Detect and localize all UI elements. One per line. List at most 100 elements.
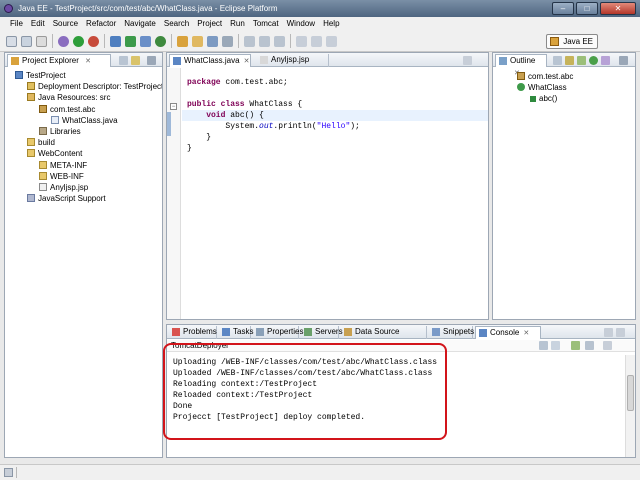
- outline-item[interactable]: WhatClass: [517, 82, 567, 93]
- new-server-icon[interactable]: [110, 35, 121, 47]
- tree-item[interactable]: Deployment Descriptor: TestProject: [27, 81, 162, 92]
- main-toolbar: Java EE: [0, 31, 640, 52]
- tab-whatclass-java[interactable]: WhatClass.java ✕: [169, 54, 251, 67]
- menu-help[interactable]: Help: [319, 17, 343, 31]
- tree-item[interactable]: com.test.abc: [39, 104, 95, 115]
- hide-static-icon[interactable]: [577, 56, 586, 65]
- minimize-button[interactable]: –: [552, 2, 574, 15]
- clear-console-icon[interactable]: [539, 341, 548, 350]
- tab-outline[interactable]: Outline ✕: [495, 54, 547, 77]
- tab-servers[interactable]: Servers: [301, 326, 343, 339]
- tree-item[interactable]: WEB-INF: [39, 171, 84, 182]
- bottom-tabstrip: Problems Tasks Properties Servers Data Sourc…: [167, 325, 635, 348]
- save-icon[interactable]: [21, 35, 32, 47]
- console-scroll-thumb[interactable]: [627, 375, 634, 411]
- tab-properties[interactable]: Properties: [253, 326, 303, 339]
- menu-file[interactable]: File: [6, 17, 27, 31]
- tab-tasks[interactable]: Tasks: [219, 326, 253, 339]
- collapse-all-icon[interactable]: [119, 56, 128, 65]
- perspective-button[interactable]: Java EE: [546, 34, 598, 49]
- tree-item[interactable]: TestProject: [15, 70, 66, 81]
- hide-local-types-icon[interactable]: [601, 56, 610, 65]
- debug-icon[interactable]: [58, 35, 69, 47]
- tab-console[interactable]: Console ✕: [475, 326, 541, 339]
- tab-label: WhatClass.java: [184, 56, 240, 65]
- menu-run[interactable]: Run: [226, 17, 249, 31]
- forward-icon[interactable]: [326, 35, 337, 47]
- run-icon[interactable]: [73, 35, 84, 47]
- close-icon[interactable]: ✕: [244, 58, 250, 65]
- last-edit-icon[interactable]: [296, 35, 307, 47]
- console-scrollbar[interactable]: [625, 355, 635, 457]
- new-icon[interactable]: [6, 35, 17, 47]
- close-icon[interactable]: ✕: [523, 330, 529, 337]
- back-icon[interactable]: [311, 35, 322, 47]
- fold-icon[interactable]: −: [170, 103, 177, 110]
- link-editor-icon[interactable]: [131, 56, 140, 65]
- maximize-view-icon[interactable]: [616, 328, 625, 337]
- code-token: out: [259, 122, 274, 131]
- maximize-editor-icon[interactable]: [463, 56, 472, 65]
- tab-problems[interactable]: Problems: [169, 326, 217, 339]
- tree-item[interactable]: build: [27, 137, 55, 148]
- menu-tomcat[interactable]: Tomcat: [249, 17, 283, 31]
- package-icon: [517, 72, 525, 80]
- outline-item[interactable]: com.test.abc: [517, 71, 573, 82]
- print-icon[interactable]: [36, 35, 47, 47]
- menu-navigate[interactable]: Navigate: [120, 17, 160, 31]
- tree-item[interactable]: WebContent: [27, 148, 82, 159]
- view-menu-icon[interactable]: [147, 56, 156, 65]
- tree-item[interactable]: WhatClass.java: [51, 115, 118, 126]
- search-icon[interactable]: [207, 35, 218, 47]
- pin-console-icon[interactable]: [571, 341, 580, 350]
- menu-window[interactable]: Window: [283, 17, 319, 31]
- scroll-lock-icon[interactable]: [551, 341, 560, 350]
- new-class-icon[interactable]: [155, 35, 166, 47]
- new-package-icon[interactable]: [140, 35, 151, 47]
- menu-edit[interactable]: Edit: [27, 17, 49, 31]
- fast-view-icon[interactable]: [4, 468, 13, 477]
- menu-source[interactable]: Source: [49, 17, 82, 31]
- tab-anyljsp-jsp[interactable]: Anyljsp.jsp: [257, 54, 329, 67]
- tree-item[interactable]: META-INF: [39, 160, 87, 171]
- maximize-button[interactable]: □: [576, 2, 598, 15]
- menu-refactor[interactable]: Refactor: [82, 17, 120, 31]
- tab-data-source-explorer[interactable]: Data Source Explorer: [341, 326, 427, 348]
- tree-item-label: com.test.abc: [50, 104, 96, 114]
- toggle-mark-icon[interactable]: [244, 35, 255, 47]
- tree-item[interactable]: Java Resources: src: [27, 92, 110, 103]
- open-folder-icon[interactable]: [192, 35, 203, 47]
- menu-bar: File Edit Source Refactor Navigate Search Proj…: [0, 17, 640, 31]
- editor-tabstrip: WhatClass.java ✕ Anyljsp.jsp: [167, 53, 488, 67]
- problems-icon: [172, 328, 180, 336]
- annotation-next-icon[interactable]: [259, 35, 270, 47]
- outline-item[interactable]: abc(): [529, 93, 557, 104]
- sort-icon[interactable]: [553, 56, 562, 65]
- hide-fields-icon[interactable]: [565, 56, 574, 65]
- tab-label: Console: [490, 328, 520, 337]
- annotation-prev-icon[interactable]: [274, 35, 285, 47]
- close-button[interactable]: ✕: [600, 2, 636, 15]
- window-title: Java EE - TestProject/src/com/test/abc/W…: [18, 4, 278, 13]
- hide-nonpublic-icon[interactable]: [589, 56, 598, 65]
- view-menu-icon[interactable]: [619, 56, 628, 65]
- close-icon[interactable]: ✕: [85, 58, 91, 65]
- tab-project-explorer[interactable]: Project Explorer ✕: [7, 54, 111, 67]
- code-token: package: [187, 78, 226, 87]
- tree-item-label: WhatClass.java: [62, 115, 118, 125]
- external-tools-icon[interactable]: [88, 35, 99, 47]
- code-editor[interactable]: − package com.test.abc; public class What…: [167, 68, 488, 319]
- open-console-icon[interactable]: [603, 341, 612, 350]
- tree-item[interactable]: JavaScript Support: [27, 193, 106, 204]
- tab-snippets[interactable]: Snippets: [429, 326, 474, 339]
- minimize-view-icon[interactable]: [604, 328, 613, 337]
- menu-project[interactable]: Project: [193, 17, 226, 31]
- open-type-icon[interactable]: [177, 35, 188, 47]
- display-console-icon[interactable]: [585, 341, 594, 350]
- menu-search[interactable]: Search: [160, 17, 193, 31]
- task-icon[interactable]: [222, 35, 233, 47]
- new-java-project-icon[interactable]: [125, 35, 136, 47]
- tree-item[interactable]: Libraries: [39, 126, 81, 137]
- tree-item[interactable]: Anyljsp.jsp: [39, 182, 88, 193]
- method-icon: [530, 96, 536, 102]
